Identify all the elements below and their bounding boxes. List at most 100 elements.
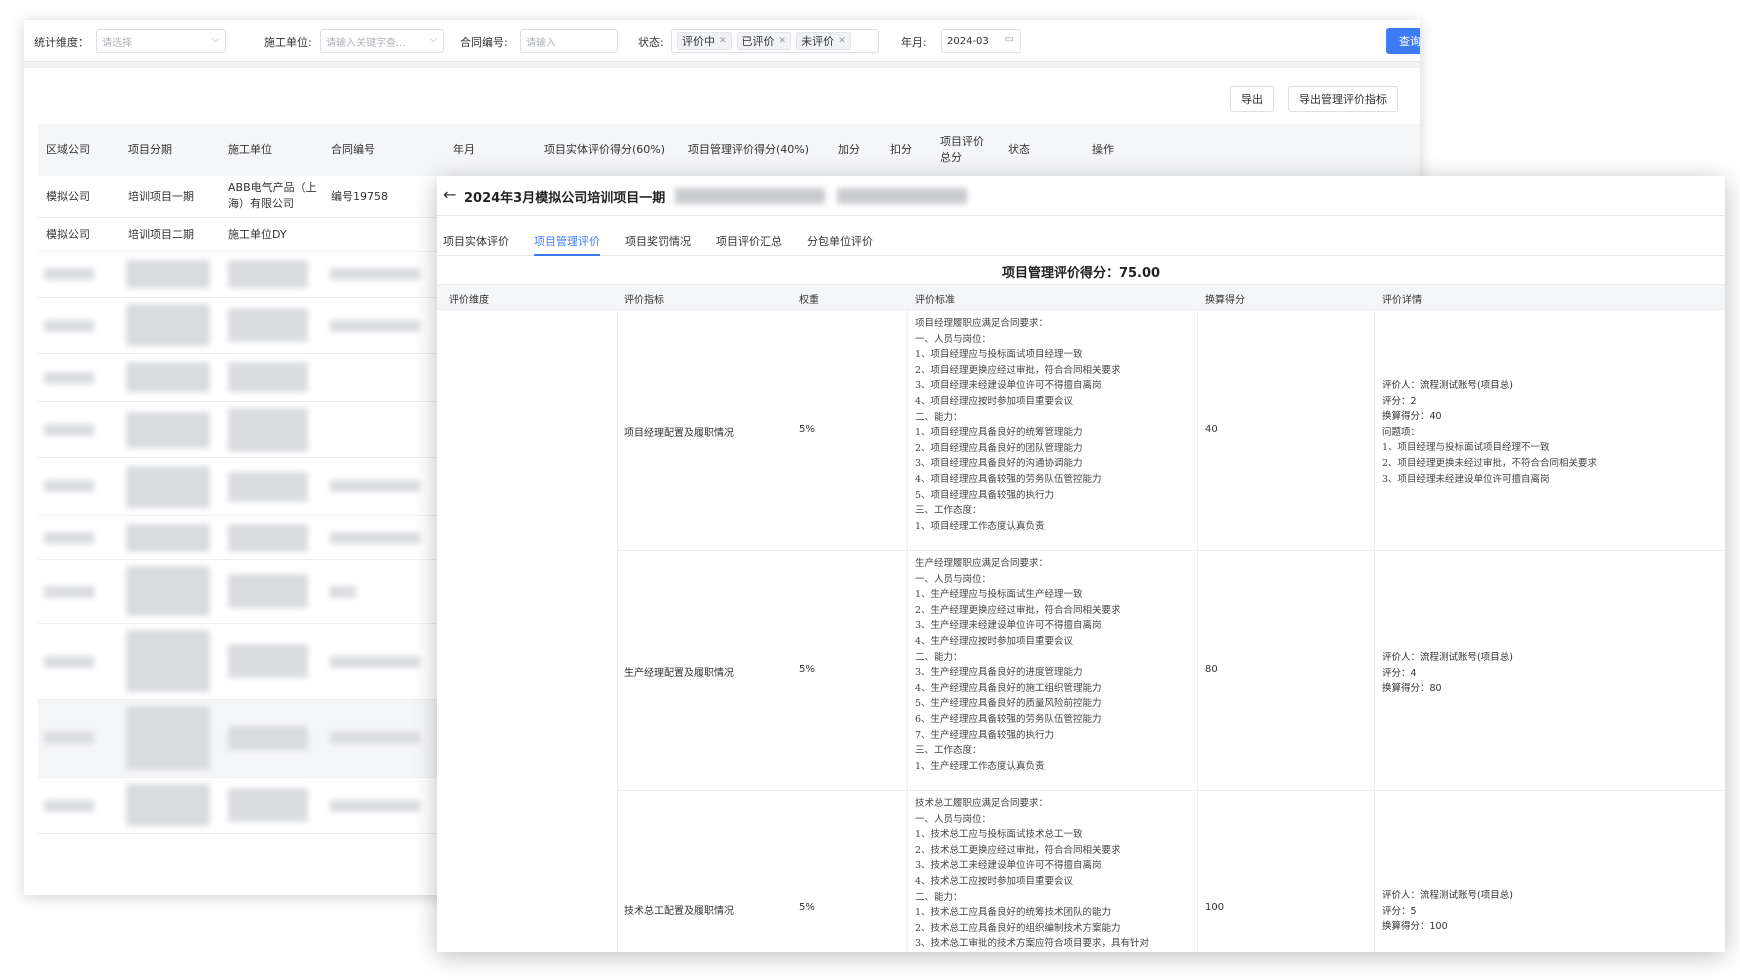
close-icon[interactable]: ✕ [719, 36, 727, 46]
chevron-down-icon: ⌵ [211, 34, 219, 45]
detail-line: 换算得分：100 [1382, 921, 1448, 933]
tab-management-evaluation[interactable]: 项目管理评价 [534, 233, 600, 249]
unit-cell: ABB电气产品（上海）有限公司 [228, 181, 317, 210]
export-index-button[interactable]: 导出管理评价指标 [1288, 86, 1398, 112]
unit-label: 施工单位: [264, 36, 312, 49]
month-picker[interactable]: 2024-03 ▭ [941, 29, 1021, 53]
evaluation-table-header: 评价维度 评价指标 权重 评价标准 换算得分 评价详情 [437, 284, 1725, 310]
issues-label: 问题项： [1382, 426, 1421, 438]
close-icon[interactable]: ✕ [779, 36, 787, 46]
column-header: 项目管理评价得分(40%) [688, 143, 810, 156]
standard-line: 1、技术总工应与投标面试技术总工一致 [915, 829, 1083, 841]
contract-label: 合同编号: [460, 36, 508, 49]
standard-line: 1、生产经理工作态度认真负责 [915, 760, 1045, 772]
standard-line: 2、项目经理应具备良好的团队管理能力 [915, 442, 1083, 454]
status-tag-label: 已评价 [741, 35, 775, 48]
dialog-header: ← 2024年3月模拟公司培训项目一期 [437, 176, 1725, 216]
detail-line: 评价人：流程测试账号(项目总) [1382, 652, 1513, 663]
contract-input[interactable]: 请输入 [520, 29, 618, 53]
column-header: 评价详情 [1382, 295, 1422, 306]
standard-line: 生产经理履职应满足合同要求： [915, 558, 1049, 569]
standard-line: 4、生产经理应按时参加项目重要会议 [915, 635, 1074, 647]
standard-line: 三、工作态度： [915, 505, 982, 517]
standard-line: 3、项目经理应具备良好的沟通协调能力 [915, 458, 1083, 470]
unit-select[interactable]: 请输入关键字查... ⌵ [320, 29, 444, 53]
standard-line: 二、能力： [915, 891, 963, 903]
standard-line: 一、人员与岗位： [915, 573, 992, 585]
column-header: 扣分 [890, 143, 912, 156]
export-button[interactable]: 导出 [1230, 86, 1274, 112]
back-arrow-icon[interactable]: ← [443, 185, 456, 205]
redacted-title-part [837, 188, 967, 204]
standard-line: 3、生产经理应具备良好的进度管理能力 [915, 667, 1083, 679]
redacted-title-part [675, 188, 825, 204]
standard-cell: 技术总工履职应满足合同要求： 一、人员与岗位： 1、技术总工应与投标面试技术总工… [915, 796, 1149, 952]
close-icon[interactable]: ✕ [838, 36, 846, 46]
score-cell: 100 [1205, 902, 1225, 913]
standard-line: 二、能力： [915, 651, 963, 663]
standard-line: 1、技术总工应具备良好的统筹技术团队的能力 [915, 907, 1112, 919]
weight-cell: 5% [799, 424, 815, 435]
standard-line: 一、人员与岗位： [915, 333, 992, 345]
tab-entity-evaluation[interactable]: 项目实体评价 [443, 233, 509, 249]
column-header: 项目评价总分 [940, 135, 984, 164]
status-tag: 未评价 ✕ [796, 32, 851, 50]
column-header: 加分 [838, 143, 860, 156]
unit-placeholder: 请输入关键字查... [326, 37, 406, 49]
column-header: 施工单位 [228, 143, 272, 156]
detail-cell: 评价人：流程测试账号(项目总) 评分：2 换算得分：40 问题项： 1、项目经理… [1382, 378, 1597, 487]
management-score-title: 项目管理评价得分：75.00 [1001, 266, 1161, 281]
column-header: 年月 [453, 143, 475, 156]
status-tag-label: 评价中 [682, 35, 715, 48]
tab-subcontractor-evaluation[interactable]: 分包单位评价 [807, 233, 873, 249]
unit-cell: 施工单位DY [228, 228, 287, 241]
column-header: 区域公司 [46, 143, 90, 156]
standard-line: 7、生产经理应具备较强的执行力 [915, 729, 1055, 741]
detail-cell: 评价人：流程测试账号(项目总) 评分：4 换算得分：80 [1382, 650, 1513, 697]
indicator-cell: 生产经理配置及履职情况 [624, 668, 734, 679]
dimension-placeholder: 请选择 [102, 37, 132, 49]
weight-cell: 5% [799, 664, 815, 675]
status-multiselect[interactable]: 评价中 ✕ 已评价 ✕ 未评价 ✕ [671, 29, 879, 53]
detail-line: 评分：5 [1382, 905, 1417, 917]
issue-line: 3、项目经理未经建设单位许可擅自离岗 [1382, 473, 1550, 485]
region-cell: 模拟公司 [46, 190, 90, 203]
standard-line: 3、项目经理未经建设单位许可不得擅自离岗 [915, 380, 1102, 392]
issue-line: 2、项目经理更换未经过审批，不符合合同相关要求 [1382, 457, 1598, 469]
dialog-title: 2024年3月模拟公司培训项目一期 [464, 191, 666, 206]
standard-line: 1、项目经理应具备良好的统筹管理能力 [915, 427, 1083, 439]
divider [24, 62, 1420, 68]
active-tab-indicator [534, 254, 600, 256]
standard-line: 项目经理履职应满足合同要求： [915, 318, 1049, 329]
detail-line: 评价人：流程测试账号(项目总) [1382, 890, 1513, 901]
column-divider [1197, 310, 1198, 952]
standard-line: 2、技术总工应具备良好的组织编制技术方案能力 [915, 922, 1121, 934]
status-tag: 评价中 ✕ [677, 32, 732, 50]
column-header: 评价指标 [624, 295, 664, 306]
standard-line: 4、项目经理应具备较强的劳务队伍管控能力 [915, 473, 1102, 485]
tab-evaluation-summary[interactable]: 项目评价汇总 [716, 233, 782, 249]
phase-cell: 培训项目一期 [128, 190, 194, 203]
standard-line: 2、技术总工更换应经过审批，符合合同相关要求 [915, 844, 1121, 856]
column-divider [1374, 310, 1375, 952]
standard-line: 5、生产经理应具备良好的质量风险前控能力 [915, 698, 1102, 710]
column-header: 权重 [799, 295, 819, 306]
indicator-cell: 项目经理配置及履职情况 [624, 428, 734, 439]
dimension-select[interactable]: 请选择 ⌵ [96, 29, 226, 53]
chevron-down-icon: ⌵ [429, 34, 437, 45]
month-label: 年月: [901, 36, 927, 49]
status-label: 状态: [638, 36, 664, 49]
standard-line: 5、项目经理应具备较强的执行力 [915, 489, 1055, 501]
search-button[interactable]: 查询 [1386, 28, 1420, 54]
contract-placeholder: 请输入 [526, 37, 556, 49]
standard-line: 一、人员与岗位： [915, 813, 992, 825]
detail-line: 评价人：流程测试账号(项目总) [1382, 380, 1513, 391]
standard-line: 二、能力： [915, 411, 963, 423]
tab-bar: 项目实体评价 项目管理评价 项目奖罚情况 项目评价汇总 分包单位评价 [437, 226, 1725, 256]
standard-line: 2、项目经理更换应经过审批，符合合同相关要求 [915, 364, 1121, 376]
column-header: 操作 [1092, 143, 1114, 156]
column-header: 评价维度 [449, 295, 489, 306]
tab-reward-penalty[interactable]: 项目奖罚情况 [625, 233, 691, 249]
standard-line: 6、生产经理应具备较强的劳务队伍管控能力 [915, 713, 1102, 725]
column-header: 项目实体评价得分(60%) [544, 143, 666, 156]
